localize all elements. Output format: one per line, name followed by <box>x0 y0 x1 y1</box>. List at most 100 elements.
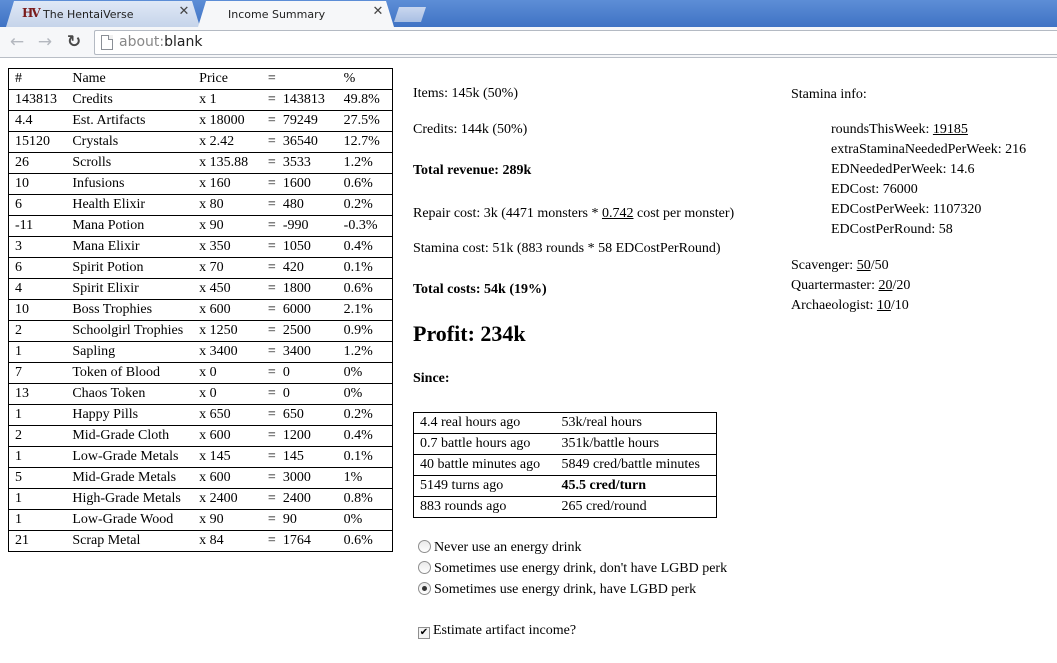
cell-pct: 0.8% <box>337 488 393 510</box>
back-arrow-icon[interactable]: ← <box>7 32 27 52</box>
cell-price: x 350 <box>193 236 262 258</box>
table-row: 1 Low-Grade Metals x 145 = 145 0.1% <box>8 446 393 468</box>
cell-name: Schoolgirl Trophies <box>66 320 194 342</box>
perk-link[interactable]: 50 <box>857 258 871 273</box>
cell-eq: = <box>261 446 277 468</box>
tab-hentaiverse[interactable]: HV The HentaiVerse ✕ <box>6 1 200 27</box>
cell-price: x 0 <box>193 362 262 384</box>
cell-rate: 45.5 cred/turn <box>555 475 717 497</box>
cell-price: x 84 <box>193 530 262 552</box>
cell-ago: 5149 turns ago <box>413 475 556 497</box>
cell-eq: = <box>261 278 277 300</box>
cell-price: x 600 <box>193 299 262 321</box>
repair-cost-link[interactable]: 0.742 <box>602 206 634 221</box>
cell-qty: 3 <box>8 236 67 258</box>
cell-price: x 0 <box>193 383 262 405</box>
forward-arrow-icon[interactable]: → <box>35 32 55 52</box>
address-bar[interactable]: about:blank <box>94 30 1057 55</box>
perk-link[interactable]: 20 <box>878 278 892 293</box>
cell-eq: = <box>261 509 277 531</box>
ed-cost-per-week: EDCostPerWeek: 1107320 <box>831 202 982 217</box>
tab-strip: HV The HentaiVerse ✕ Income Summary ✕ <box>0 0 1057 27</box>
cell-pct: 0.2% <box>337 194 393 216</box>
cell-name: Low-Grade Wood <box>66 509 194 531</box>
cell-pct: 0.1% <box>337 257 393 279</box>
radio-button[interactable] <box>418 540 431 553</box>
perk-link[interactable]: 10 <box>877 298 891 313</box>
cell-name: Token of Blood <box>66 362 194 384</box>
cell-name: Low-Grade Metals <box>66 446 194 468</box>
table-row: 1 Happy Pills x 650 = 650 0.2% <box>8 404 393 426</box>
cell-rate: 265 cred/round <box>555 496 717 518</box>
rounds-this-week-link[interactable]: 19185 <box>933 122 968 137</box>
cell-eq: = <box>261 299 277 321</box>
stamina-cost: Stamina cost: 51k (883 rounds * 58 EDCos… <box>413 241 721 256</box>
tab-income-summary[interactable]: Income Summary ✕ <box>198 1 394 27</box>
table-row: 1 Sapling x 3400 = 3400 1.2% <box>8 341 393 363</box>
cell-qty: 1 <box>8 341 67 363</box>
cell-price: x 600 <box>193 467 262 489</box>
cell-total: 650 <box>276 404 338 426</box>
cell-name: Mana Potion <box>66 215 194 237</box>
cell-total: 1600 <box>276 173 338 195</box>
cell-name: Scrap Metal <box>66 530 194 552</box>
cell-pct: 0.6% <box>337 278 393 300</box>
hentaiverse-favicon-icon: HV <box>22 6 41 20</box>
table-row: 21 Scrap Metal x 84 = 1764 0.6% <box>8 530 393 552</box>
cell-price: x 2.42 <box>193 131 262 153</box>
cell-price: x 160 <box>193 173 262 195</box>
header-price: Price <box>193 68 262 90</box>
cell-pct: 27.5% <box>337 110 393 132</box>
cell-ago: 4.4 real hours ago <box>413 412 556 434</box>
reload-icon[interactable]: ↻ <box>64 32 84 52</box>
table-row: 10 Infusions x 160 = 1600 0.6% <box>8 173 393 195</box>
cell-ago: 0.7 battle hours ago <box>413 433 556 455</box>
estimate-artifact-checkbox-row[interactable]: ✔ Estimate artifact income? <box>418 623 576 641</box>
radio-sometimes-with-perk[interactable]: Sometimes use energy drink, have LGBD pe… <box>418 582 696 600</box>
table-row: 5149 turns ago 45.5 cred/turn <box>413 475 717 497</box>
cell-eq: = <box>261 341 277 363</box>
tab-title: The HentaiVerse <box>43 8 134 21</box>
table-row: 143813 Credits x 1 = 143813 49.8% <box>8 89 393 111</box>
cell-price: x 18000 <box>193 110 262 132</box>
cell-name: Mana Elixir <box>66 236 194 258</box>
cell-pct: 0.1% <box>337 446 393 468</box>
radio-sometimes-no-perk[interactable]: Sometimes use energy drink, don't have L… <box>418 561 727 579</box>
cell-price: x 3400 <box>193 341 262 363</box>
cell-price: x 145 <box>193 446 262 468</box>
radio-button[interactable] <box>418 561 431 574</box>
checkmark-icon[interactable]: ✔ <box>418 627 430 639</box>
cell-total: -990 <box>276 215 338 237</box>
table-row: 1 High-Grade Metals x 2400 = 2400 0.8% <box>8 488 393 510</box>
cell-pct: 0.6% <box>337 530 393 552</box>
new-tab-button[interactable] <box>394 7 426 22</box>
cell-qty: 1 <box>8 404 67 426</box>
table-row: 7 Token of Blood x 0 = 0 0% <box>8 362 393 384</box>
cell-qty: 5 <box>8 467 67 489</box>
cell-qty: 15120 <box>8 131 67 153</box>
cell-qty: 21 <box>8 530 67 552</box>
table-row: 10 Boss Trophies x 600 = 6000 2.1% <box>8 299 393 321</box>
cell-eq: = <box>261 488 277 510</box>
close-tab-icon[interactable]: ✕ <box>178 5 190 18</box>
table-row: 26 Scrolls x 135.88 = 3533 1.2% <box>8 152 393 174</box>
cell-total: 6000 <box>276 299 338 321</box>
cell-total: 0 <box>276 383 338 405</box>
cell-name: Boss Trophies <box>66 299 194 321</box>
cell-name: Scrolls <box>66 152 194 174</box>
profit: Profit: 234k <box>413 321 526 346</box>
cell-price: x 1250 <box>193 320 262 342</box>
cell-eq: = <box>261 404 277 426</box>
cell-total: 90 <box>276 509 338 531</box>
table-row: 6 Health Elixir x 80 = 480 0.2% <box>8 194 393 216</box>
close-tab-icon[interactable]: ✕ <box>372 5 384 18</box>
cell-pct: 2.1% <box>337 299 393 321</box>
rounds-this-week: roundsThisWeek: 19185 <box>831 122 968 137</box>
radio-never-energy-drink[interactable]: Never use an energy drink <box>418 540 581 558</box>
cell-total: 143813 <box>276 89 338 111</box>
radio-button[interactable] <box>418 582 431 595</box>
cell-pct: 0% <box>337 362 393 384</box>
cell-price: x 2400 <box>193 488 262 510</box>
cell-price: x 600 <box>193 425 262 447</box>
cell-name: Spirit Elixir <box>66 278 194 300</box>
